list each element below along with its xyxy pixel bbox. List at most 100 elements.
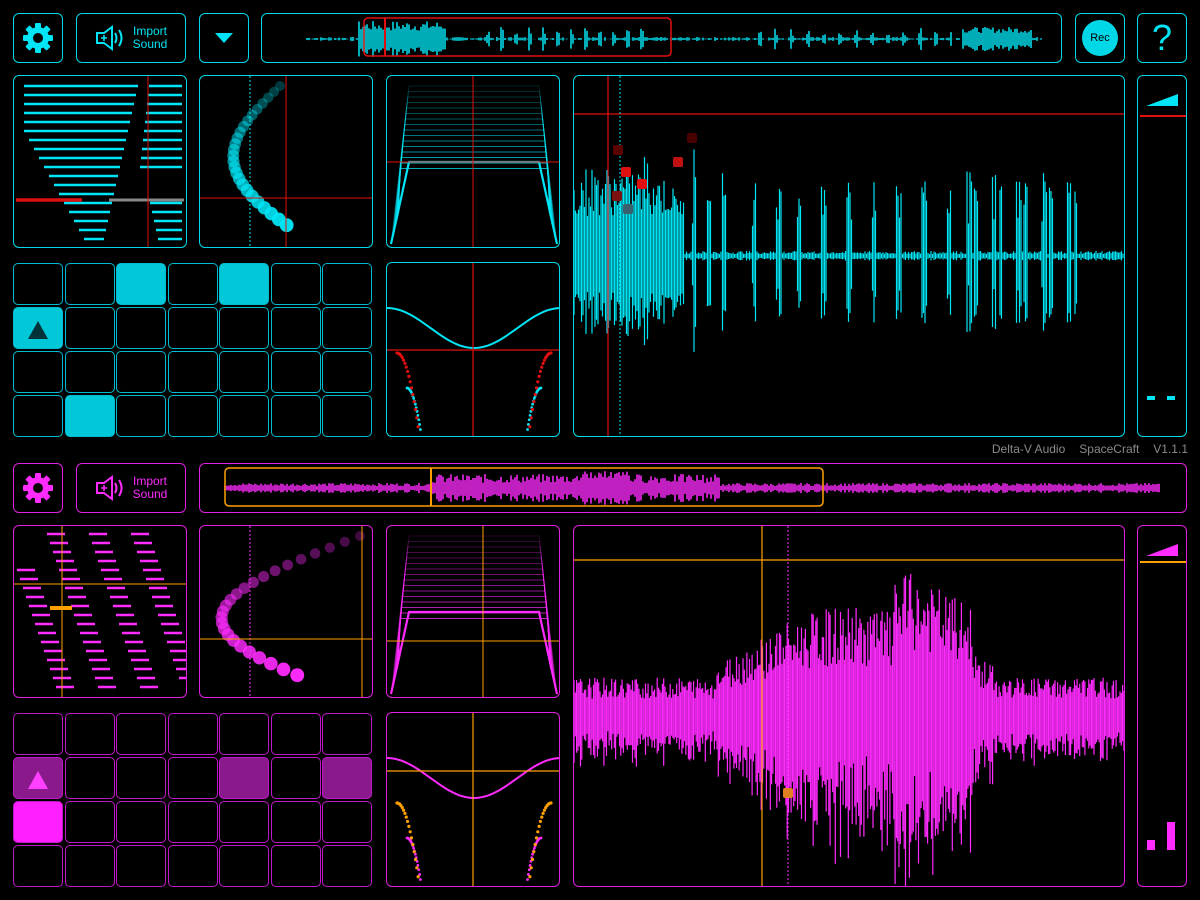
pad[interactable] — [13, 351, 63, 393]
help-button[interactable]: ? — [1137, 13, 1187, 63]
company-label: Delta-V Audio — [991, 442, 1066, 456]
settings-button-top[interactable] — [13, 13, 63, 63]
overview-waveform-bottom[interactable] — [199, 463, 1187, 513]
pad[interactable] — [116, 307, 166, 349]
lfo-dot — [402, 358, 406, 362]
pad[interactable] — [219, 845, 269, 887]
volume-slider-top[interactable] — [1137, 75, 1187, 437]
pad[interactable] — [219, 351, 269, 393]
envelope-ghost — [394, 124, 554, 231]
pad[interactable] — [270, 351, 321, 393]
pad[interactable] — [116, 263, 166, 305]
pad[interactable] — [167, 757, 218, 799]
pad[interactable] — [219, 263, 269, 305]
envelope-ghost — [392, 102, 556, 239]
dropdown-button[interactable] — [199, 13, 249, 63]
pad[interactable] — [64, 845, 115, 887]
envelope-panel-top[interactable] — [386, 75, 560, 248]
lfo-dot — [538, 819, 543, 824]
pad[interactable] — [322, 801, 372, 843]
envelope-panel-bottom[interactable] — [386, 525, 560, 698]
pad[interactable] — [322, 845, 372, 887]
lfo-panel-bottom[interactable] — [386, 712, 560, 887]
envelope-ghost — [395, 585, 553, 677]
pad[interactable] — [116, 395, 166, 437]
lfo-dot — [528, 425, 532, 429]
overview-waveform-top[interactable] — [261, 13, 1062, 63]
pad[interactable] — [64, 713, 115, 755]
pad[interactable] — [13, 263, 63, 305]
pad[interactable] — [64, 395, 115, 437]
pad[interactable] — [270, 845, 321, 887]
pad[interactable] — [64, 351, 115, 393]
pad[interactable] — [116, 801, 166, 843]
lfo-dot — [530, 857, 535, 862]
pad[interactable] — [219, 757, 269, 799]
import-sound-button-top[interactable]: Import Sound — [76, 13, 186, 63]
play-pad[interactable] — [13, 307, 63, 349]
pad[interactable] — [64, 263, 115, 305]
pad[interactable] — [116, 351, 166, 393]
pad[interactable] — [167, 263, 218, 305]
pad[interactable] — [322, 395, 372, 437]
pad[interactable] — [167, 713, 218, 755]
pad[interactable] — [167, 307, 218, 349]
pad[interactable] — [167, 395, 218, 437]
pad[interactable] — [322, 351, 372, 393]
import-sound-button-bottom[interactable]: Import Sound — [76, 463, 186, 513]
pad[interactable] — [270, 263, 321, 305]
curve-point — [339, 536, 350, 547]
lfo-dot — [409, 386, 414, 390]
pad[interactable] — [322, 713, 372, 755]
lfo-dot — [416, 425, 420, 429]
pad[interactable] — [13, 395, 63, 437]
grain-dot — [673, 157, 683, 167]
pad[interactable] — [64, 307, 115, 349]
pad[interactable] — [322, 307, 372, 349]
lfo-dot — [533, 842, 537, 847]
pad[interactable] — [167, 801, 218, 843]
pad[interactable] — [116, 845, 166, 887]
pad[interactable] — [167, 845, 218, 887]
pad[interactable] — [270, 395, 321, 437]
pad[interactable] — [64, 801, 115, 843]
lfo-panel-top[interactable] — [386, 262, 560, 437]
settings-button-bottom[interactable] — [13, 463, 63, 513]
grain-lines-panel-top[interactable] — [13, 75, 187, 248]
envelope-ghost — [395, 140, 553, 225]
pad[interactable] — [13, 713, 63, 755]
pad[interactable] — [219, 395, 269, 437]
pad[interactable] — [64, 757, 115, 799]
lfo-dot — [538, 369, 543, 374]
pad[interactable] — [116, 757, 166, 799]
pad[interactable] — [116, 713, 166, 755]
curve-xy-panel-top[interactable] — [199, 75, 373, 248]
pad[interactable] — [270, 801, 321, 843]
lfo-dot — [529, 416, 533, 420]
pad[interactable] — [13, 801, 63, 843]
record-button[interactable]: Rec — [1075, 13, 1125, 63]
volume-slider-bottom[interactable] — [1137, 525, 1187, 887]
meter-bar — [1147, 396, 1155, 400]
play-pad[interactable] — [13, 757, 63, 799]
grain-dot — [687, 133, 697, 143]
pad[interactable] — [270, 757, 321, 799]
envelope-ghost — [398, 168, 550, 215]
pad[interactable] — [219, 801, 269, 843]
pad[interactable] — [13, 845, 63, 887]
pad[interactable] — [270, 713, 321, 755]
grain-lines-panel-bottom[interactable] — [13, 525, 187, 698]
meter-bar — [1167, 396, 1175, 400]
main-waveform-bottom[interactable] — [573, 525, 1125, 887]
pad[interactable] — [270, 307, 321, 349]
pad[interactable] — [219, 713, 269, 755]
pad[interactable] — [322, 263, 372, 305]
lfo-dot — [407, 374, 411, 378]
main-waveform-top[interactable] — [573, 75, 1125, 437]
lfo-dot — [541, 361, 545, 365]
lfo-dot — [405, 369, 410, 374]
pad[interactable] — [167, 351, 218, 393]
pad[interactable] — [219, 307, 269, 349]
pad[interactable] — [322, 757, 372, 799]
curve-xy-panel-bottom[interactable] — [199, 525, 373, 698]
